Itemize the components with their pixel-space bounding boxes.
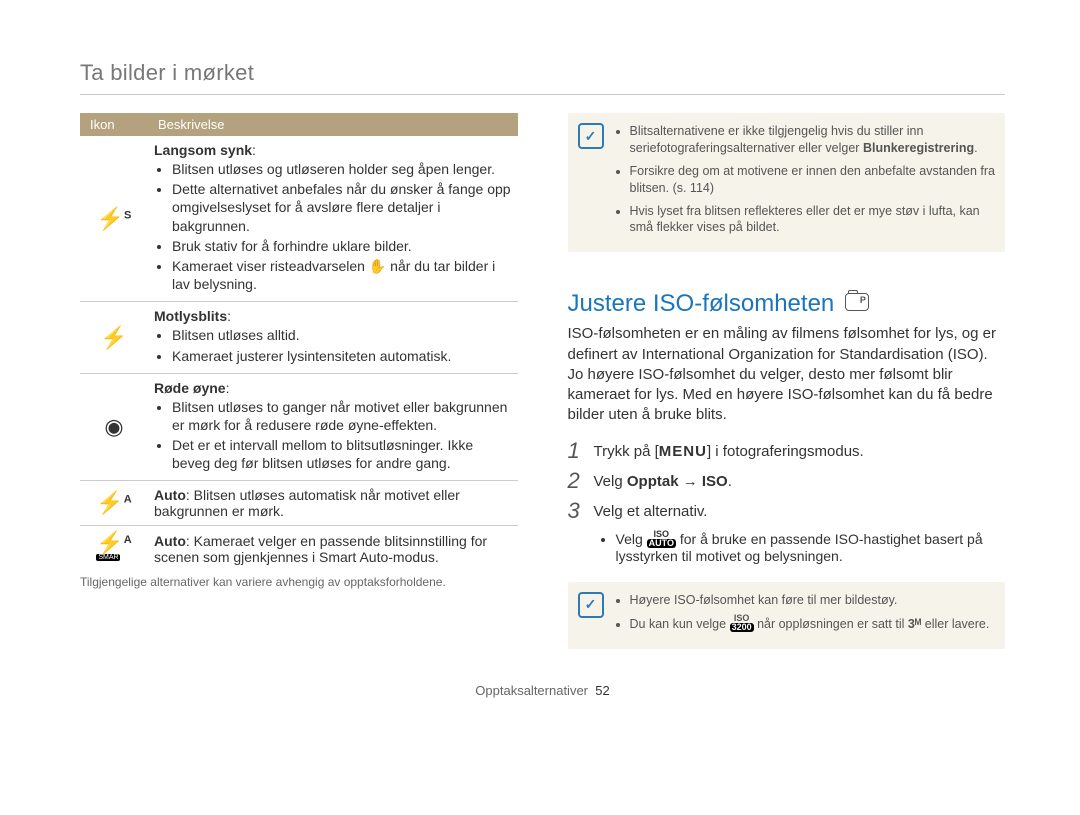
option-bullet: Blitsen utløses alltid. (172, 326, 512, 344)
iso-3200-icon: ISO3200 (730, 614, 754, 632)
table-cell-desc: Langsom synk:Blitsen utløses og utløsere… (148, 136, 518, 302)
note1-item: Forsikre deg om at motivene er innen den… (630, 163, 996, 197)
page-footer: Opptaksalternativer 52 (80, 683, 1005, 698)
step-num: 3 (568, 500, 594, 522)
option-name: Auto (154, 533, 186, 549)
option-bullet: Kameraet viser risteadvarselen ✋ når du … (172, 257, 512, 293)
table-header-icon: Ikon (80, 113, 148, 136)
note-icon: ✓ (578, 123, 604, 149)
option-bullet: Blitsen utløses to ganger når motivet el… (172, 398, 512, 434)
note-box-1: ✓ Blitsalternativene er ikke tilgjengeli… (568, 113, 1006, 252)
slow-sync-icon: ⚡S (80, 136, 148, 302)
option-name: Motlysblits (154, 308, 227, 324)
note-box-2: ✓ Høyere ISO-følsomhet kan føre til mer … (568, 582, 1006, 650)
table-row: ⚡ASMARTAuto: Kameraet velger en passende… (80, 526, 518, 572)
table-footnote: Tilgjengelige alternativer kan variere a… (80, 575, 518, 589)
step-num: 1 (568, 440, 594, 462)
table-cell-desc: Røde øyne:Blitsen utløses to ganger når … (148, 373, 518, 481)
note2-item: Høyere ISO-følsomhet kan føre til mer bi… (630, 592, 990, 609)
breadcrumb: Ta bilder i mørket (80, 60, 1005, 86)
option-bullet: Blitsen utløses og utløseren holder seg … (172, 160, 512, 178)
step-3-bullet: Velg ISOAUTO for å bruke en passende ISO… (598, 530, 1006, 564)
option-bullet: Bruk stativ for å forhindre uklare bilde… (172, 237, 512, 255)
table-row: ⚡Motlysblits:Blitsen utløses alltid.Kame… (80, 302, 518, 373)
table-header-desc: Beskrivelse (148, 113, 518, 136)
note-icon: ✓ (578, 592, 604, 618)
step-num: 2 (568, 470, 594, 492)
fill-in-icon: ⚡ (80, 302, 148, 373)
option-bullet: Kameraet justerer lysintensiteten automa… (172, 347, 512, 365)
steps-list: 1 Trykk på [MENU] i fotograferingsmodus.… (568, 440, 1006, 564)
note1-item: Hvis lyset fra blitsen reflekteres eller… (630, 203, 996, 237)
iso-auto-icon: ISOAUTO (647, 530, 676, 548)
table-row: ◉Røde øyne:Blitsen utløses to ganger når… (80, 373, 518, 481)
option-bullet: Det er et intervall mellom to blitsutløs… (172, 436, 512, 472)
table-cell-desc: Auto: Kameraet velger en passende blitsi… (148, 526, 518, 572)
table-cell-desc: Motlysblits:Blitsen utløses alltid.Kamer… (148, 302, 518, 373)
camera-mode-icon (845, 293, 869, 311)
divider (80, 94, 1005, 95)
option-bullet: Dette alternativet anbefales når du ønsk… (172, 180, 512, 235)
smart-auto-flash-icon: ⚡ASMART (80, 526, 148, 572)
section-title-iso: Justere ISO-følsomheten (568, 290, 1006, 318)
note1-item: Blitsalternativene er ikke tilgjengelig … (630, 123, 996, 157)
menu-button-label: MENU (659, 443, 707, 460)
iso-body-text: ISO-følsomheten er en måling av filmens … (568, 324, 1006, 425)
option-name: Langsom synk (154, 142, 252, 158)
red-eye-icon: ◉ (80, 373, 148, 481)
step-1: 1 Trykk på [MENU] i fotograferingsmodus. (568, 440, 1006, 462)
table-row: ⚡AAuto: Blitsen utløses automatisk når m… (80, 481, 518, 526)
option-name: Røde øyne (154, 380, 226, 396)
flash-options-table: Ikon Beskrivelse ⚡SLangsom synk:Blitsen … (80, 113, 518, 571)
step-3: 3 Velg et alternativ. (568, 500, 1006, 522)
note2-item: Du kan kun velge ISO3200 når oppløsninge… (630, 614, 990, 633)
auto-flash-icon: ⚡A (80, 481, 148, 526)
step-2: 2 Velg Opptak → ISO. (568, 470, 1006, 492)
option-name: Auto (154, 487, 186, 503)
section-title-text: Justere ISO-følsomheten (568, 290, 835, 317)
table-row: ⚡SLangsom synk:Blitsen utløses og utløse… (80, 136, 518, 302)
table-cell-desc: Auto: Blitsen utløses automatisk når mot… (148, 481, 518, 526)
